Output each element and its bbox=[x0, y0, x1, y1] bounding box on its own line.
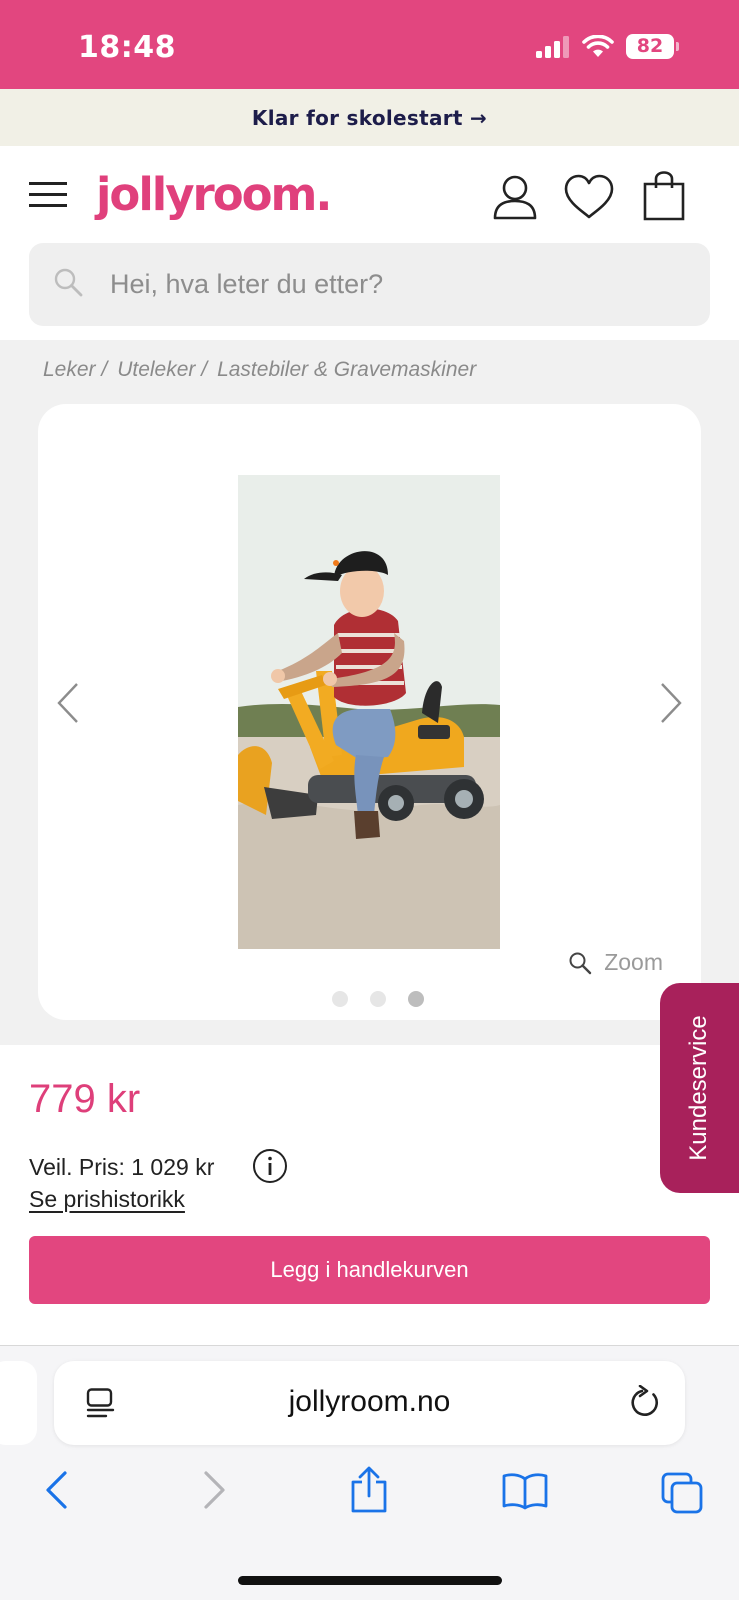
breadcrumb-item[interactable]: Leker / bbox=[43, 358, 107, 382]
gallery-dot-active[interactable] bbox=[408, 991, 424, 1007]
gallery-card: Zoom bbox=[38, 404, 701, 1020]
browser-toolbar: jollyroom.no bbox=[0, 1346, 739, 1600]
account-icon[interactable] bbox=[493, 174, 537, 220]
customer-service-tab[interactable]: Kundeservice bbox=[660, 983, 739, 1193]
gallery-dot[interactable] bbox=[370, 991, 386, 1007]
wishlist-heart-icon[interactable] bbox=[563, 174, 615, 220]
status-icons: 82 bbox=[536, 34, 679, 59]
add-to-cart-button[interactable]: Legg i handlekurven bbox=[29, 1236, 710, 1304]
customer-service-label[interactable]: Kundeservice bbox=[685, 1015, 713, 1160]
signal-icon bbox=[536, 35, 569, 58]
forward-icon[interactable] bbox=[203, 1470, 227, 1510]
battery-icon: 82 bbox=[626, 34, 679, 59]
breadcrumb-item[interactable]: Lastebiler & Gravemaskiner bbox=[217, 358, 476, 382]
product-image[interactable] bbox=[238, 475, 500, 949]
gallery-next-chevron-icon[interactable] bbox=[659, 682, 683, 724]
wifi-icon bbox=[582, 34, 614, 57]
promo-text[interactable]: Klar for skolestart → bbox=[252, 106, 487, 130]
zoom-search-icon bbox=[569, 952, 592, 974]
gallery-prev-chevron-icon[interactable] bbox=[56, 682, 80, 724]
site-logo[interactable]: jollyroom. bbox=[96, 168, 333, 221]
gallery-pagination bbox=[332, 991, 424, 1007]
recommended-price: Veil. Pris: 1 029 kr bbox=[29, 1154, 215, 1180]
url-text[interactable]: jollyroom.no bbox=[54, 1385, 685, 1419]
info-icon[interactable] bbox=[252, 1148, 288, 1184]
promo-banner[interactable]: Klar for skolestart → bbox=[0, 89, 739, 146]
back-icon[interactable] bbox=[44, 1470, 68, 1510]
reload-icon[interactable] bbox=[629, 1385, 661, 1419]
menu-icon[interactable] bbox=[29, 182, 67, 208]
bookmarks-icon[interactable] bbox=[502, 1472, 548, 1510]
breadcrumb-item[interactable]: Uteleker / bbox=[117, 358, 207, 382]
address-bar[interactable]: jollyroom.no bbox=[54, 1361, 685, 1445]
price-history-link[interactable]: Se prishistorikk bbox=[29, 1186, 185, 1213]
home-indicator bbox=[238, 1576, 502, 1585]
search-bar[interactable]: Hei, hva leter du etter? bbox=[29, 243, 710, 326]
site-header: jollyroom. bbox=[0, 146, 739, 240]
tabs-icon[interactable] bbox=[661, 1472, 703, 1514]
gallery-dot[interactable] bbox=[332, 991, 348, 1007]
search-input[interactable]: Hei, hva leter du etter? bbox=[110, 269, 383, 300]
product-price: 779 kr bbox=[29, 1077, 141, 1121]
zoom-label[interactable]: Zoom bbox=[604, 949, 663, 976]
share-icon[interactable] bbox=[350, 1466, 388, 1514]
product-gallery-section: Leker / Uteleker / Lastebiler & Gravemas… bbox=[0, 340, 739, 1045]
shopping-bag-icon[interactable] bbox=[643, 171, 685, 221]
status-time: 18:48 bbox=[78, 30, 176, 65]
status-bar: 18:48 82 bbox=[0, 0, 739, 89]
search-icon bbox=[54, 268, 83, 297]
battery-level: 82 bbox=[626, 34, 674, 59]
previous-tab-card[interactable] bbox=[0, 1361, 37, 1445]
breadcrumb: Leker / Uteleker / Lastebiler & Gravemas… bbox=[43, 358, 476, 382]
zoom-button[interactable]: Zoom bbox=[568, 949, 663, 976]
